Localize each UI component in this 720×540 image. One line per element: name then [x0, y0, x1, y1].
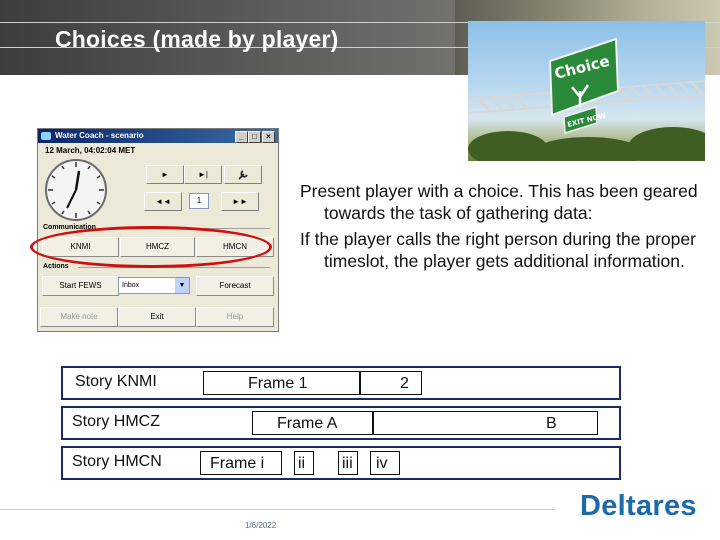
bullet-list: Present player with a choice. This has b… — [300, 180, 700, 276]
chevron-down-icon[interactable]: ▼ — [175, 278, 189, 293]
frame-box-b: B — [373, 411, 598, 435]
make-note-button[interactable]: Make note — [40, 307, 118, 327]
bullet-item: Present player with a choice. This has b… — [300, 181, 698, 223]
help-button[interactable]: Help — [196, 307, 274, 327]
clock-icon — [45, 159, 107, 221]
maximize-button[interactable]: □ — [248, 131, 261, 143]
play-button[interactable]: ► — [146, 165, 184, 184]
frame-box-ii: ii — [294, 451, 314, 475]
frame-label: Frame 1 — [248, 375, 308, 392]
footer-rule — [0, 509, 555, 510]
inbox-select-value: Inbox — [122, 282, 140, 289]
frame-box-i: Frame i — [200, 451, 282, 475]
inbox-select[interactable]: Inbox ▼ — [118, 277, 190, 294]
step-forward-button[interactable]: ►| — [184, 165, 222, 184]
frame-box-iii: iii — [338, 451, 358, 475]
actions-label: Actions — [43, 263, 69, 270]
minimize-button[interactable]: _ — [235, 131, 248, 143]
fast-forward-button[interactable]: ►► — [221, 192, 259, 211]
frame-label: B — [546, 415, 557, 432]
frame-box-a: Frame A — [252, 411, 373, 435]
communication-highlight-ellipse — [30, 226, 272, 268]
choice-sign-photo: Choice EXIT NOW — [468, 21, 705, 161]
footer-date: 1/6/2022 — [245, 521, 277, 530]
start-fews-button[interactable]: Start FEWS — [42, 276, 119, 296]
frame-label: ii — [298, 455, 306, 472]
close-button[interactable]: × — [262, 131, 275, 143]
exit-button[interactable]: Exit — [118, 307, 196, 327]
rewind-button[interactable]: ◄◄ — [144, 192, 182, 211]
frame-label: iii — [342, 455, 353, 472]
app-icon — [41, 132, 51, 140]
frame-box-2: 2 — [360, 371, 422, 395]
window-titlebar[interactable]: Water Coach - scenario _ □ × — [38, 129, 278, 143]
step-counter[interactable]: 1 — [189, 193, 209, 209]
forecast-button[interactable]: Forecast — [196, 276, 274, 296]
frame-label: iv — [376, 455, 388, 472]
frame-label: Frame i — [210, 455, 265, 472]
frame-box-iv: iv — [370, 451, 400, 475]
bullet-item: If the player calls the right person dur… — [300, 229, 696, 271]
wrench-icon — [238, 170, 248, 180]
scenario-datetime: 12 March, 04:02:04 MET — [45, 146, 136, 155]
frame-label: 2 — [400, 375, 409, 392]
window-title: Water Coach - scenario — [55, 131, 144, 140]
settings-button[interactable] — [224, 165, 262, 184]
frame-box-1: Frame 1 — [203, 371, 360, 395]
frame-label: Frame A — [277, 415, 338, 432]
deltares-logo: Deltares — [580, 490, 697, 522]
slide-title: Choices (made by player) — [55, 26, 339, 52]
